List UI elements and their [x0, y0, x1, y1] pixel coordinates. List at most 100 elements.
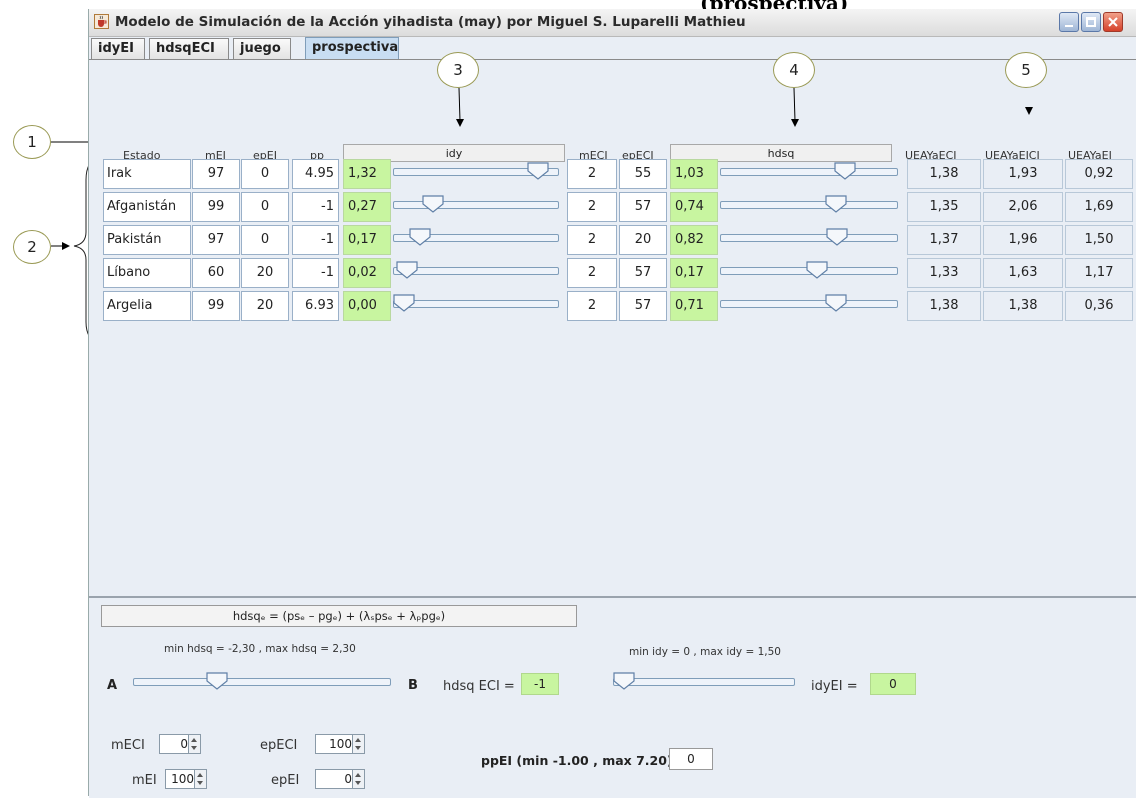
- cell-mei[interactable]: 97: [192, 225, 240, 255]
- cell-epeci[interactable]: 57: [619, 291, 667, 321]
- spin-up-icon: [197, 773, 203, 777]
- epei-value: 0: [344, 772, 352, 786]
- cell-idy-value: 0,02: [343, 258, 391, 288]
- idy-slider[interactable]: [393, 159, 559, 189]
- cell-hdsq-value: 0,17: [670, 258, 718, 288]
- slider-thumb-icon[interactable]: [206, 672, 228, 690]
- cell-meci[interactable]: 2: [567, 291, 617, 321]
- cell-estado[interactable]: Pakistán: [103, 225, 191, 255]
- cell-ueayaeci: 1,33: [907, 258, 981, 288]
- slider-track: [720, 234, 898, 242]
- ppei-input[interactable]: 0: [669, 748, 713, 770]
- spin-up-icon: [355, 738, 361, 742]
- slider-track: [720, 300, 898, 308]
- cell-ueayaeci: 1,37: [907, 225, 981, 255]
- meci-spinner[interactable]: 0: [159, 734, 201, 754]
- hdsq-slider[interactable]: [720, 225, 898, 255]
- cell-mei[interactable]: 99: [192, 192, 240, 222]
- cell-idy-value: 0,17: [343, 225, 391, 255]
- idy-slider[interactable]: [393, 291, 559, 321]
- cell-ueayaei: 0,36: [1065, 291, 1133, 321]
- cell-meci[interactable]: 2: [567, 258, 617, 288]
- hdsq-formula: hdsqₑ = (psₑ – pgₑ) + (λₛpsₑ + λₚpgₑ): [101, 605, 577, 627]
- epei-spinner[interactable]: 0: [315, 769, 365, 789]
- cell-pp[interactable]: 6.93: [292, 291, 339, 321]
- cell-pp[interactable]: -1: [292, 258, 339, 288]
- slider-track: [393, 201, 559, 209]
- slider-track: [133, 678, 391, 686]
- slider-thumb-icon[interactable]: [834, 162, 856, 180]
- cell-meci[interactable]: 2: [567, 225, 617, 255]
- cell-epei[interactable]: 20: [241, 291, 289, 321]
- cell-ueayaei: 1,50: [1065, 225, 1133, 255]
- hdsq-slider[interactable]: [720, 291, 898, 321]
- cell-pp[interactable]: 4.95: [292, 159, 339, 189]
- idy-slider[interactable]: [393, 192, 559, 222]
- mei-label: mEI: [132, 773, 157, 788]
- hdsq-slider[interactable]: [720, 159, 898, 189]
- epeci-label: epECI: [260, 738, 298, 753]
- cell-epei[interactable]: 0: [241, 225, 289, 255]
- cell-epei[interactable]: 20: [241, 258, 289, 288]
- cell-ueayaeici: 2,06: [983, 192, 1063, 222]
- cell-mei[interactable]: 60: [192, 258, 240, 288]
- cell-epei[interactable]: 0: [241, 192, 289, 222]
- epei-spin-arrows[interactable]: [352, 770, 364, 788]
- spin-up-icon: [191, 738, 197, 742]
- hdsq-slider[interactable]: [720, 192, 898, 222]
- cell-epeci[interactable]: 57: [619, 192, 667, 222]
- cell-idy-value: 1,32: [343, 159, 391, 189]
- cell-idy-value: 0,27: [343, 192, 391, 222]
- hdsq-eci-label: hdsq ECI =: [443, 679, 515, 694]
- cell-ueayaei: 0,92: [1065, 159, 1133, 189]
- idy-slider[interactable]: [393, 258, 559, 288]
- cell-epeci[interactable]: 20: [619, 225, 667, 255]
- epeci-spinner[interactable]: 100: [315, 734, 365, 754]
- hdsq-slider[interactable]: [720, 258, 898, 288]
- cell-epei[interactable]: 0: [241, 159, 289, 189]
- slider-thumb-icon[interactable]: [613, 672, 635, 690]
- a-b-slider[interactable]: [133, 669, 391, 699]
- slider-track: [613, 678, 795, 686]
- cell-mei[interactable]: 97: [192, 159, 240, 189]
- epei-label: epEI: [271, 773, 300, 788]
- epeci-spin-arrows[interactable]: [352, 735, 364, 753]
- cell-ueayaeici: 1,96: [983, 225, 1063, 255]
- slider-track: [393, 300, 559, 308]
- cell-hdsq-value: 0,82: [670, 225, 718, 255]
- app-window: Modelo de Simulación de la Acción yihadi…: [88, 9, 1136, 798]
- mei-spin-arrows[interactable]: [194, 770, 206, 788]
- cell-ueayaeici: 1,63: [983, 258, 1063, 288]
- cell-pp[interactable]: -1: [292, 225, 339, 255]
- cell-estado[interactable]: Líbano: [103, 258, 191, 288]
- mei-spinner[interactable]: 100: [165, 769, 207, 789]
- slider-thumb-icon[interactable]: [409, 228, 431, 246]
- slider-thumb-icon[interactable]: [826, 228, 848, 246]
- cell-epeci[interactable]: 57: [619, 258, 667, 288]
- meci-value: 0: [180, 737, 188, 751]
- cell-meci[interactable]: 2: [567, 159, 617, 189]
- slider-thumb-icon[interactable]: [824, 195, 847, 213]
- callout-arrows: [456, 87, 1033, 127]
- cell-ueayaei: 1,69: [1065, 192, 1133, 222]
- slider-thumb-icon[interactable]: [393, 294, 415, 312]
- slider-thumb-icon[interactable]: [824, 294, 847, 312]
- cell-ueayaeici: 1,93: [983, 159, 1063, 189]
- slider-thumb-icon[interactable]: [527, 162, 549, 180]
- cell-mei[interactable]: 99: [192, 291, 240, 321]
- cell-epeci[interactable]: 55: [619, 159, 667, 189]
- slider-thumb-icon[interactable]: [806, 261, 828, 279]
- idy-ei-slider[interactable]: [613, 669, 795, 699]
- slider-thumb-icon[interactable]: [422, 195, 444, 213]
- cell-estado[interactable]: Argelia: [103, 291, 191, 321]
- cell-pp[interactable]: -1: [292, 192, 339, 222]
- cell-estado[interactable]: Afganistán: [103, 192, 191, 222]
- idy-slider[interactable]: [393, 225, 559, 255]
- meci-spin-arrows[interactable]: [188, 735, 200, 753]
- idy-range-label: min idy = 0 , max idy = 1,50: [629, 646, 781, 658]
- idyei-label: idyEI =: [811, 679, 858, 694]
- cell-estado[interactable]: Irak: [103, 159, 191, 189]
- meci-label: mECI: [111, 738, 145, 753]
- cell-meci[interactable]: 2: [567, 192, 617, 222]
- slider-thumb-icon[interactable]: [396, 261, 418, 279]
